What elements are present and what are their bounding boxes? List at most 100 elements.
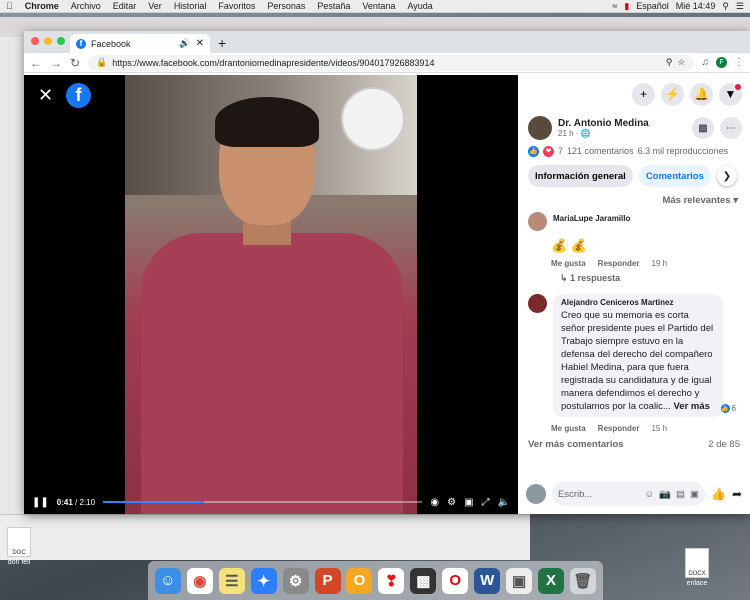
chrome-icon[interactable]: ◉ — [186, 567, 213, 594]
new-tab-button[interactable]: + — [218, 35, 226, 51]
opera-icon[interactable]: O — [442, 567, 469, 594]
comments-panel: + ⚡ 🔔 ▼ Dr. Antonio Medina 21 h · 🌐 ▩ ⋯ … — [518, 75, 750, 514]
commenter-avatar[interactable] — [528, 212, 547, 231]
menu-list-icon[interactable]: ☰ — [736, 0, 744, 13]
more-options-icon[interactable]: ⋯ — [720, 117, 742, 139]
close-video-icon[interactable]: ✕ — [38, 85, 53, 106]
reload-icon[interactable]: ↻ — [70, 56, 80, 70]
comment-time[interactable]: 19 h — [651, 259, 667, 268]
preview-icon[interactable]: ▣ — [506, 567, 533, 594]
see-more-link[interactable]: Ver más — [673, 401, 709, 412]
media-control-icon[interactable]: ♫ — [702, 57, 710, 68]
video-progress-bar[interactable] — [103, 501, 423, 503]
reactions-count[interactable]: 7 — [558, 146, 563, 156]
zoom-window-button[interactable] — [57, 37, 65, 45]
calendar-icon[interactable]: O — [346, 567, 373, 594]
menu-archivo[interactable]: Archivo — [71, 0, 101, 13]
comment-reply-button[interactable]: Responder — [598, 259, 640, 268]
comment-like-button[interactable]: Me gusta — [551, 259, 586, 268]
address-bar[interactable]: 🔒 https://www.facebook.com/drantoniomedi… — [88, 54, 694, 71]
author-avatar[interactable] — [528, 116, 552, 140]
emoji-icon[interactable]: ☺ — [644, 489, 654, 500]
picture-in-picture-icon[interactable]: ▣ — [464, 497, 473, 508]
like-reaction-icon: 👍 — [720, 404, 730, 413]
chevron-right-icon[interactable]: ❯ — [716, 166, 737, 186]
finder-icon[interactable]: ☺ — [154, 567, 181, 594]
commenter-name[interactable]: Alejandro Ceniceros Martinez — [561, 298, 715, 307]
tab-facebook[interactable]: f Facebook 🔊 ✕ — [70, 34, 210, 53]
comment-time[interactable]: 15 h — [651, 424, 667, 433]
create-plus-icon[interactable]: + — [632, 82, 655, 106]
docx-file-icon: DOCX — [685, 548, 709, 578]
notifications-bell-icon[interactable]: 🔔 — [690, 82, 713, 106]
acrobat-icon[interactable]: ❣ — [378, 567, 405, 594]
desktop-file-don-feli[interactable]: DOC don feli — [0, 527, 38, 566]
share-icon[interactable]: ➦ — [732, 487, 742, 501]
powerpoint-icon[interactable]: P — [314, 567, 341, 594]
menu-historial[interactable]: Historial — [174, 0, 207, 13]
camera-icon[interactable]: 📷 — [659, 489, 671, 500]
close-tab-icon[interactable]: ✕ — [196, 38, 204, 49]
post-time-text[interactable]: 21 h — [558, 129, 574, 138]
comment-sort-dropdown[interactable]: Más relevantes ▾ — [518, 193, 750, 208]
desktop-file-enlace[interactable]: DOCX enlace — [678, 548, 716, 587]
facebook-logo-icon[interactable]: f — [66, 83, 91, 108]
menu-ver[interactable]: Ver — [148, 0, 162, 13]
menubar-clock[interactable]: Mié 14:49 — [676, 0, 716, 13]
menu-personas[interactable]: Personas — [267, 0, 305, 13]
excel-icon[interactable]: X — [538, 567, 565, 594]
minimize-window-button[interactable] — [44, 37, 52, 45]
pause-icon[interactable]: ❚❚ — [32, 497, 49, 508]
notification-dot — [735, 83, 741, 90]
sticker-icon[interactable]: ▣ — [690, 489, 699, 500]
video-player[interactable]: ✕ f ❚❚ 0:41 / 2:10 ◉ ⚙ ▣ ⤢ 🔈 — [24, 75, 518, 514]
save-video-icon[interactable]: ▩ — [692, 117, 714, 139]
comment-input[interactable]: Escrib... ☺ 📷 ▤ ▣ — [552, 482, 705, 506]
menu-ventana[interactable]: Ventana — [362, 0, 395, 13]
volume-icon[interactable]: 🔈 — [498, 497, 510, 508]
facebook-header-actions: + ⚡ 🔔 ▼ — [518, 75, 750, 113]
search-icon[interactable]: ⚲ — [722, 0, 729, 13]
close-window-button[interactable] — [31, 37, 39, 45]
messenger-icon[interactable]: ⚡ — [661, 82, 684, 106]
fullscreen-icon[interactable]: ⤢ — [482, 497, 490, 508]
menu-app-name[interactable]: Chrome — [25, 0, 59, 13]
wifi-icon[interactable]: ≈ — [612, 0, 617, 13]
menu-pestana[interactable]: Pestaña — [317, 0, 350, 13]
author-name[interactable]: Dr. Antonio Medina — [558, 118, 649, 129]
apple-icon[interactable]:  — [6, 0, 13, 13]
like-thumb-icon[interactable]: 👍 — [711, 487, 726, 501]
system-preferences-icon[interactable]: ⚙ — [282, 567, 309, 594]
gif-icon[interactable]: ▤ — [676, 489, 685, 500]
browser-menu-icon[interactable]: ⋮ — [734, 57, 744, 68]
speaker-icon[interactable]: 🔊 — [179, 38, 190, 49]
commenter-name[interactable]: MariaLupe Jaramillo — [553, 214, 630, 223]
forward-icon[interactable]: → — [50, 56, 62, 70]
captions-icon[interactable]: ◉ — [430, 497, 439, 508]
comment-like-button[interactable]: Me gusta — [551, 424, 586, 433]
zoom-icon[interactable]: ⚲ — [666, 57, 673, 68]
trash-icon[interactable]: 🗑 — [569, 567, 596, 594]
comment-reply-button[interactable]: Responder — [598, 424, 640, 433]
view-replies-link[interactable]: ↳ 1 respuesta — [518, 268, 750, 284]
tab-informacion-general[interactable]: Información general — [528, 165, 633, 187]
menu-favoritos[interactable]: Favoritos — [218, 0, 255, 13]
terminal-icon[interactable]: ▩ — [410, 567, 437, 594]
comment-reactions[interactable]: 👍 6 — [720, 404, 736, 413]
word-icon[interactable]: W — [474, 567, 501, 594]
comments-count[interactable]: 121 comentarios — [567, 146, 634, 156]
input-language[interactable]: Español — [636, 0, 669, 13]
notes-icon[interactable]: ☰ — [218, 567, 245, 594]
account-menu-icon[interactable]: ▼ — [719, 82, 742, 106]
star-icon[interactable]: ☆ — [677, 57, 685, 68]
commenter-avatar[interactable] — [528, 294, 547, 313]
back-icon[interactable]: ← — [30, 56, 42, 70]
tab-comentarios[interactable]: Comentarios — [638, 165, 711, 187]
profile-avatar[interactable]: F — [716, 57, 727, 68]
menu-editar[interactable]: Editar — [113, 0, 137, 13]
settings-gear-icon[interactable]: ⚙ — [447, 497, 456, 508]
view-more-comments-link[interactable]: Ver más comentarios — [528, 439, 624, 450]
safari-icon[interactable]: ✦ — [250, 567, 277, 594]
my-avatar[interactable] — [526, 484, 546, 504]
menu-ayuda[interactable]: Ayuda — [407, 0, 432, 13]
